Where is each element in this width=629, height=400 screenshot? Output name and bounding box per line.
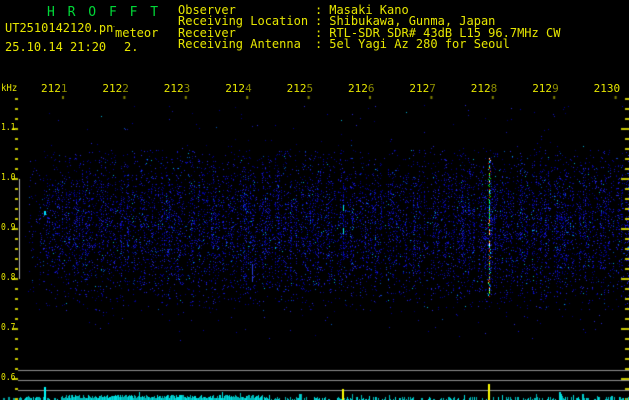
x-axis-label: 2126 xyxy=(348,82,375,95)
y-axis-label: 1.0 xyxy=(1,172,16,183)
x-axis-label: 2125 xyxy=(286,82,314,95)
x-axis-label: 2130 xyxy=(593,82,621,95)
y-axis-label: 0.8 xyxy=(1,272,16,283)
station-info-label: Receiving Antenna xyxy=(178,37,301,52)
echo-count: 2. xyxy=(124,40,139,54)
app-title: H R O F F T xyxy=(47,5,161,20)
station-info-row: Receiving Antenna:5el Yagi Az 280 for Se… xyxy=(178,37,560,52)
y-axis-label: 0.7 xyxy=(1,322,16,333)
y-axis-label: 1.1 xyxy=(1,122,16,133)
output-filename: UT2510142120.pn xyxy=(5,21,114,35)
y-axis-unit: kHz xyxy=(1,83,18,94)
station-info-block: Observer: Masaki Kano Receiving Location: S… xyxy=(178,4,560,52)
x-axis-label: 2124 xyxy=(225,82,252,95)
x-axis-label: 2128 xyxy=(470,82,498,95)
hrofft-window: H R O F F T UT2510142120.pn ‥ meteor 25.… xyxy=(0,0,629,400)
x-axis-label: 2129 xyxy=(532,82,559,95)
observation-comment: meteor xyxy=(115,26,159,40)
y-axis-label: 0.9 xyxy=(1,222,16,233)
x-axis-label: 2121 xyxy=(41,82,68,95)
x-axis-label: 2122 xyxy=(102,82,129,95)
station-info-value: 5el Yagi Az 280 for Seoul xyxy=(329,37,510,52)
y-axis-label: 0.6 xyxy=(1,372,16,383)
x-axis-label: 2123 xyxy=(163,82,191,95)
observation-datetime: 25.10.14 21:20 xyxy=(5,40,107,54)
x-axis-label: 2127 xyxy=(409,82,436,95)
spectrogram-canvas xyxy=(0,0,629,400)
